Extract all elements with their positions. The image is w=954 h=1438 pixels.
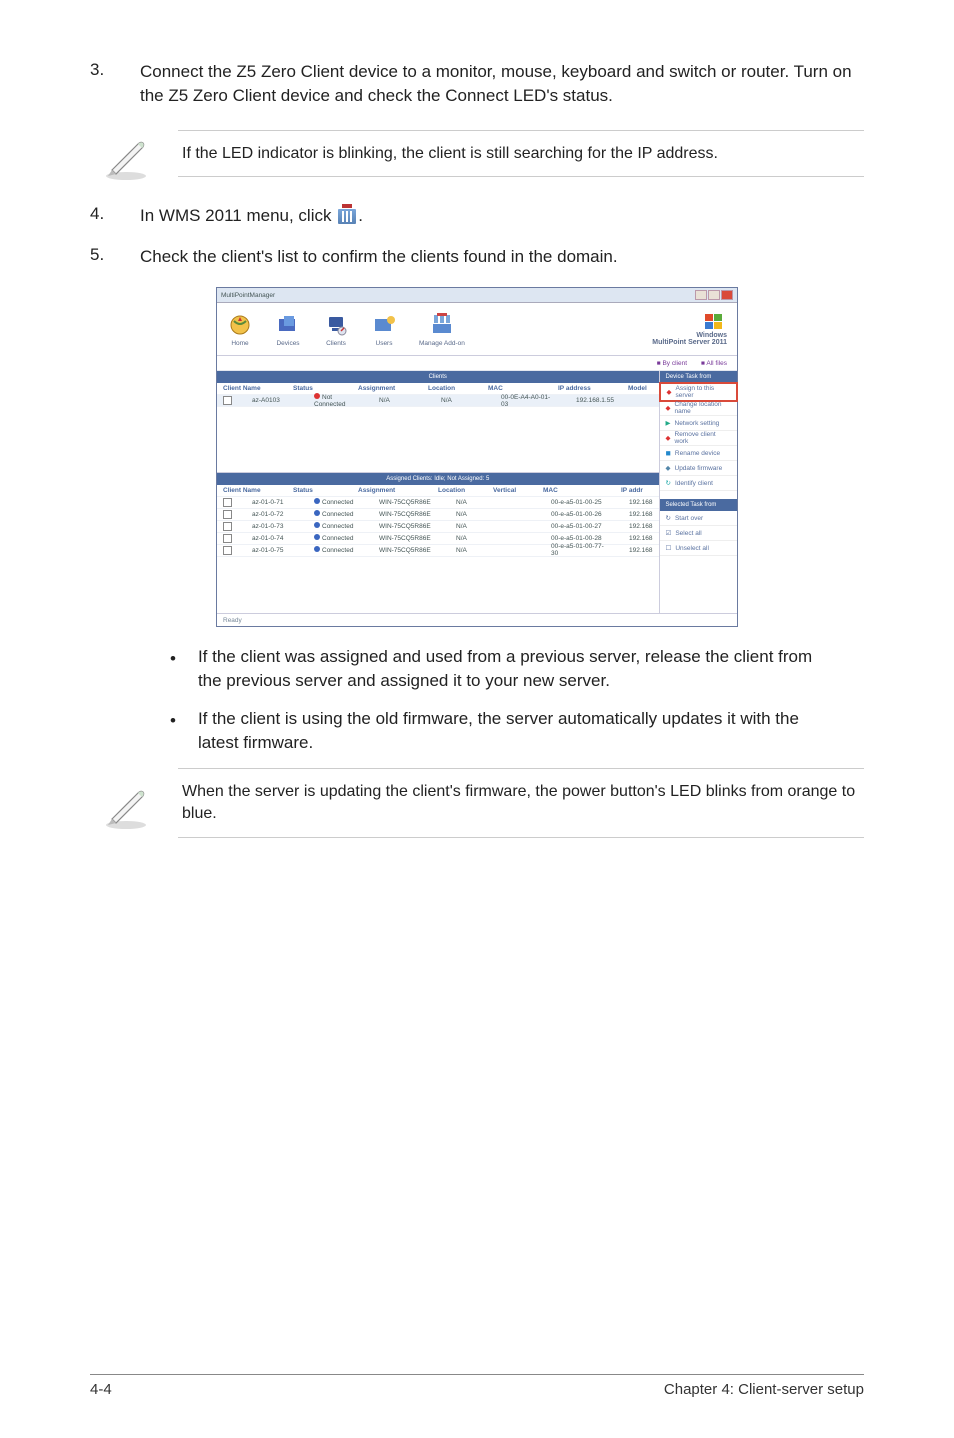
- step-number: 3.: [90, 60, 140, 80]
- clients-panel-header: Clients: [217, 371, 659, 383]
- toolbar-addon[interactable]: Manage Add-on: [419, 312, 465, 347]
- toolbar-label: Clients: [326, 340, 346, 347]
- page-footer: 4-4 Chapter 4: Client-server setup: [90, 1374, 864, 1398]
- note-text: If the LED indicator is blinking, the cl…: [178, 130, 864, 178]
- step-number: 5.: [90, 245, 140, 265]
- sidebar-item-rename[interactable]: ◼Rename device: [660, 446, 738, 461]
- window-buttons[interactable]: [695, 290, 733, 300]
- step-text: Check the client's list to confirm the c…: [140, 245, 864, 269]
- bullet-dot-icon: •: [170, 647, 176, 671]
- toolbar-label: Home: [231, 340, 248, 347]
- panel-title: Clients: [429, 374, 447, 380]
- window-titlebar: MultiPointManager: [217, 288, 737, 303]
- assigned-panel-header: Assigned Clients: Idle; Not Assigned: 5: [217, 473, 659, 485]
- table-row[interactable]: az-01-0-72ConnectedWIN-75CQ5R86EN/A00-e-…: [217, 509, 659, 521]
- sidebar-item-network[interactable]: ▶Network setting: [660, 416, 738, 431]
- row-checkbox[interactable]: [223, 510, 232, 519]
- step4-before: In WMS 2011 menu, click: [140, 206, 336, 225]
- table-row[interactable]: az-A0103 Not Connected N/A N/A 00-0E-A4-…: [217, 395, 659, 407]
- toolbar-label: Devices: [276, 340, 299, 347]
- brand-text-1: Windows: [696, 332, 727, 339]
- note-led-blinking: If the LED indicator is blinking, the cl…: [90, 126, 864, 182]
- sidebar: Device Task from ◆Assign to this server …: [659, 371, 738, 613]
- sidebar-item-change-location[interactable]: ◆Change location name: [660, 401, 738, 416]
- sidebar-item-start-over[interactable]: ↻Start over: [660, 511, 738, 526]
- table-header-row: Client Name Status Assignment Location M…: [217, 383, 659, 395]
- toolbar-label: Manage Add-on: [419, 340, 465, 347]
- step-3: 3. Connect the Z5 Zero Client device to …: [90, 60, 864, 108]
- row-checkbox[interactable]: [223, 396, 232, 405]
- step-text: Connect the Z5 Zero Client device to a m…: [140, 60, 864, 108]
- row-checkbox[interactable]: [223, 522, 232, 531]
- step4-after: .: [358, 206, 363, 225]
- row-checkbox[interactable]: [223, 534, 232, 543]
- brand-block: Windows MultiPoint Server 2011: [652, 312, 727, 346]
- status-by-client: By client: [657, 360, 687, 367]
- row-checkbox[interactable]: [223, 546, 232, 555]
- status-row: By client All files: [217, 356, 737, 371]
- table-row[interactable]: az-01-0-75ConnectedWIN-75CQ5R86EN/A00-e-…: [217, 545, 659, 557]
- bullet-text: If the client is using the old firmware,…: [198, 707, 834, 755]
- sidebar-header: Selected Task from: [660, 499, 738, 511]
- minimize-button[interactable]: [695, 290, 707, 300]
- sidebar-item-update-fw[interactable]: ◆Update firmware: [660, 461, 738, 476]
- bullet-dot-icon: •: [170, 709, 176, 733]
- note-led-orange-blue: When the server is updating the client's…: [90, 768, 864, 837]
- close-button[interactable]: [721, 290, 733, 300]
- window-title: MultiPointManager: [221, 292, 275, 299]
- maximize-button[interactable]: [708, 290, 720, 300]
- chapter-label: Chapter 4: Client-server setup: [664, 1381, 864, 1398]
- sidebar-item-unselect-all[interactable]: ☐Unselect all: [660, 541, 738, 556]
- wms-screenshot: MultiPointManager Home Devices Cli: [216, 287, 738, 627]
- toolbar-users[interactable]: Users: [371, 312, 397, 347]
- row-checkbox[interactable]: [223, 498, 232, 507]
- step-4: 4. In WMS 2011 menu, click .: [90, 204, 864, 228]
- pen-note-icon: [100, 775, 156, 831]
- toolbar-clients[interactable]: Clients: [323, 312, 349, 347]
- sidebar-item-identify[interactable]: ↻Identify client: [660, 476, 738, 491]
- status-all-files: All files: [701, 360, 727, 367]
- table-row[interactable]: az-01-0-71ConnectedWIN-75CQ5R86EN/A00-e-…: [217, 497, 659, 509]
- bullet-release-client: • If the client was assigned and used fr…: [170, 645, 834, 693]
- note-text: When the server is updating the client's…: [178, 768, 864, 837]
- panel-title: Assigned Clients: Idle; Not Assigned: 5: [386, 476, 489, 482]
- sidebar-item-remove[interactable]: ◆Remove client work: [660, 431, 738, 446]
- step-text: In WMS 2011 menu, click .: [140, 204, 864, 228]
- bullet-text: If the client was assigned and used from…: [198, 645, 834, 693]
- sidebar-item-select-all[interactable]: ☑Select all: [660, 526, 738, 541]
- table-row[interactable]: az-01-0-73ConnectedWIN-75CQ5R86EN/A00-e-…: [217, 521, 659, 533]
- step-5: 5. Check the client's list to confirm th…: [90, 245, 864, 269]
- page-number: 4-4: [90, 1381, 112, 1398]
- clients-building-icon: [336, 206, 358, 224]
- brand-text-2: MultiPoint Server 2011: [652, 339, 727, 346]
- toolbar-home[interactable]: Home: [227, 312, 253, 347]
- toolbar: Home Devices Clients Users Manage Add-on: [217, 303, 737, 356]
- bullet-old-firmware: • If the client is using the old firmwar…: [170, 707, 834, 755]
- table-header-row: Client Name Status Assignment Location V…: [217, 485, 659, 497]
- pen-note-icon: [100, 126, 156, 182]
- toolbar-devices[interactable]: Devices: [275, 312, 301, 347]
- sidebar-item-assign[interactable]: ◆Assign to this server: [659, 382, 739, 402]
- statusbar: Ready: [217, 613, 737, 626]
- toolbar-label: Users: [376, 340, 393, 347]
- step-number: 4.: [90, 204, 140, 224]
